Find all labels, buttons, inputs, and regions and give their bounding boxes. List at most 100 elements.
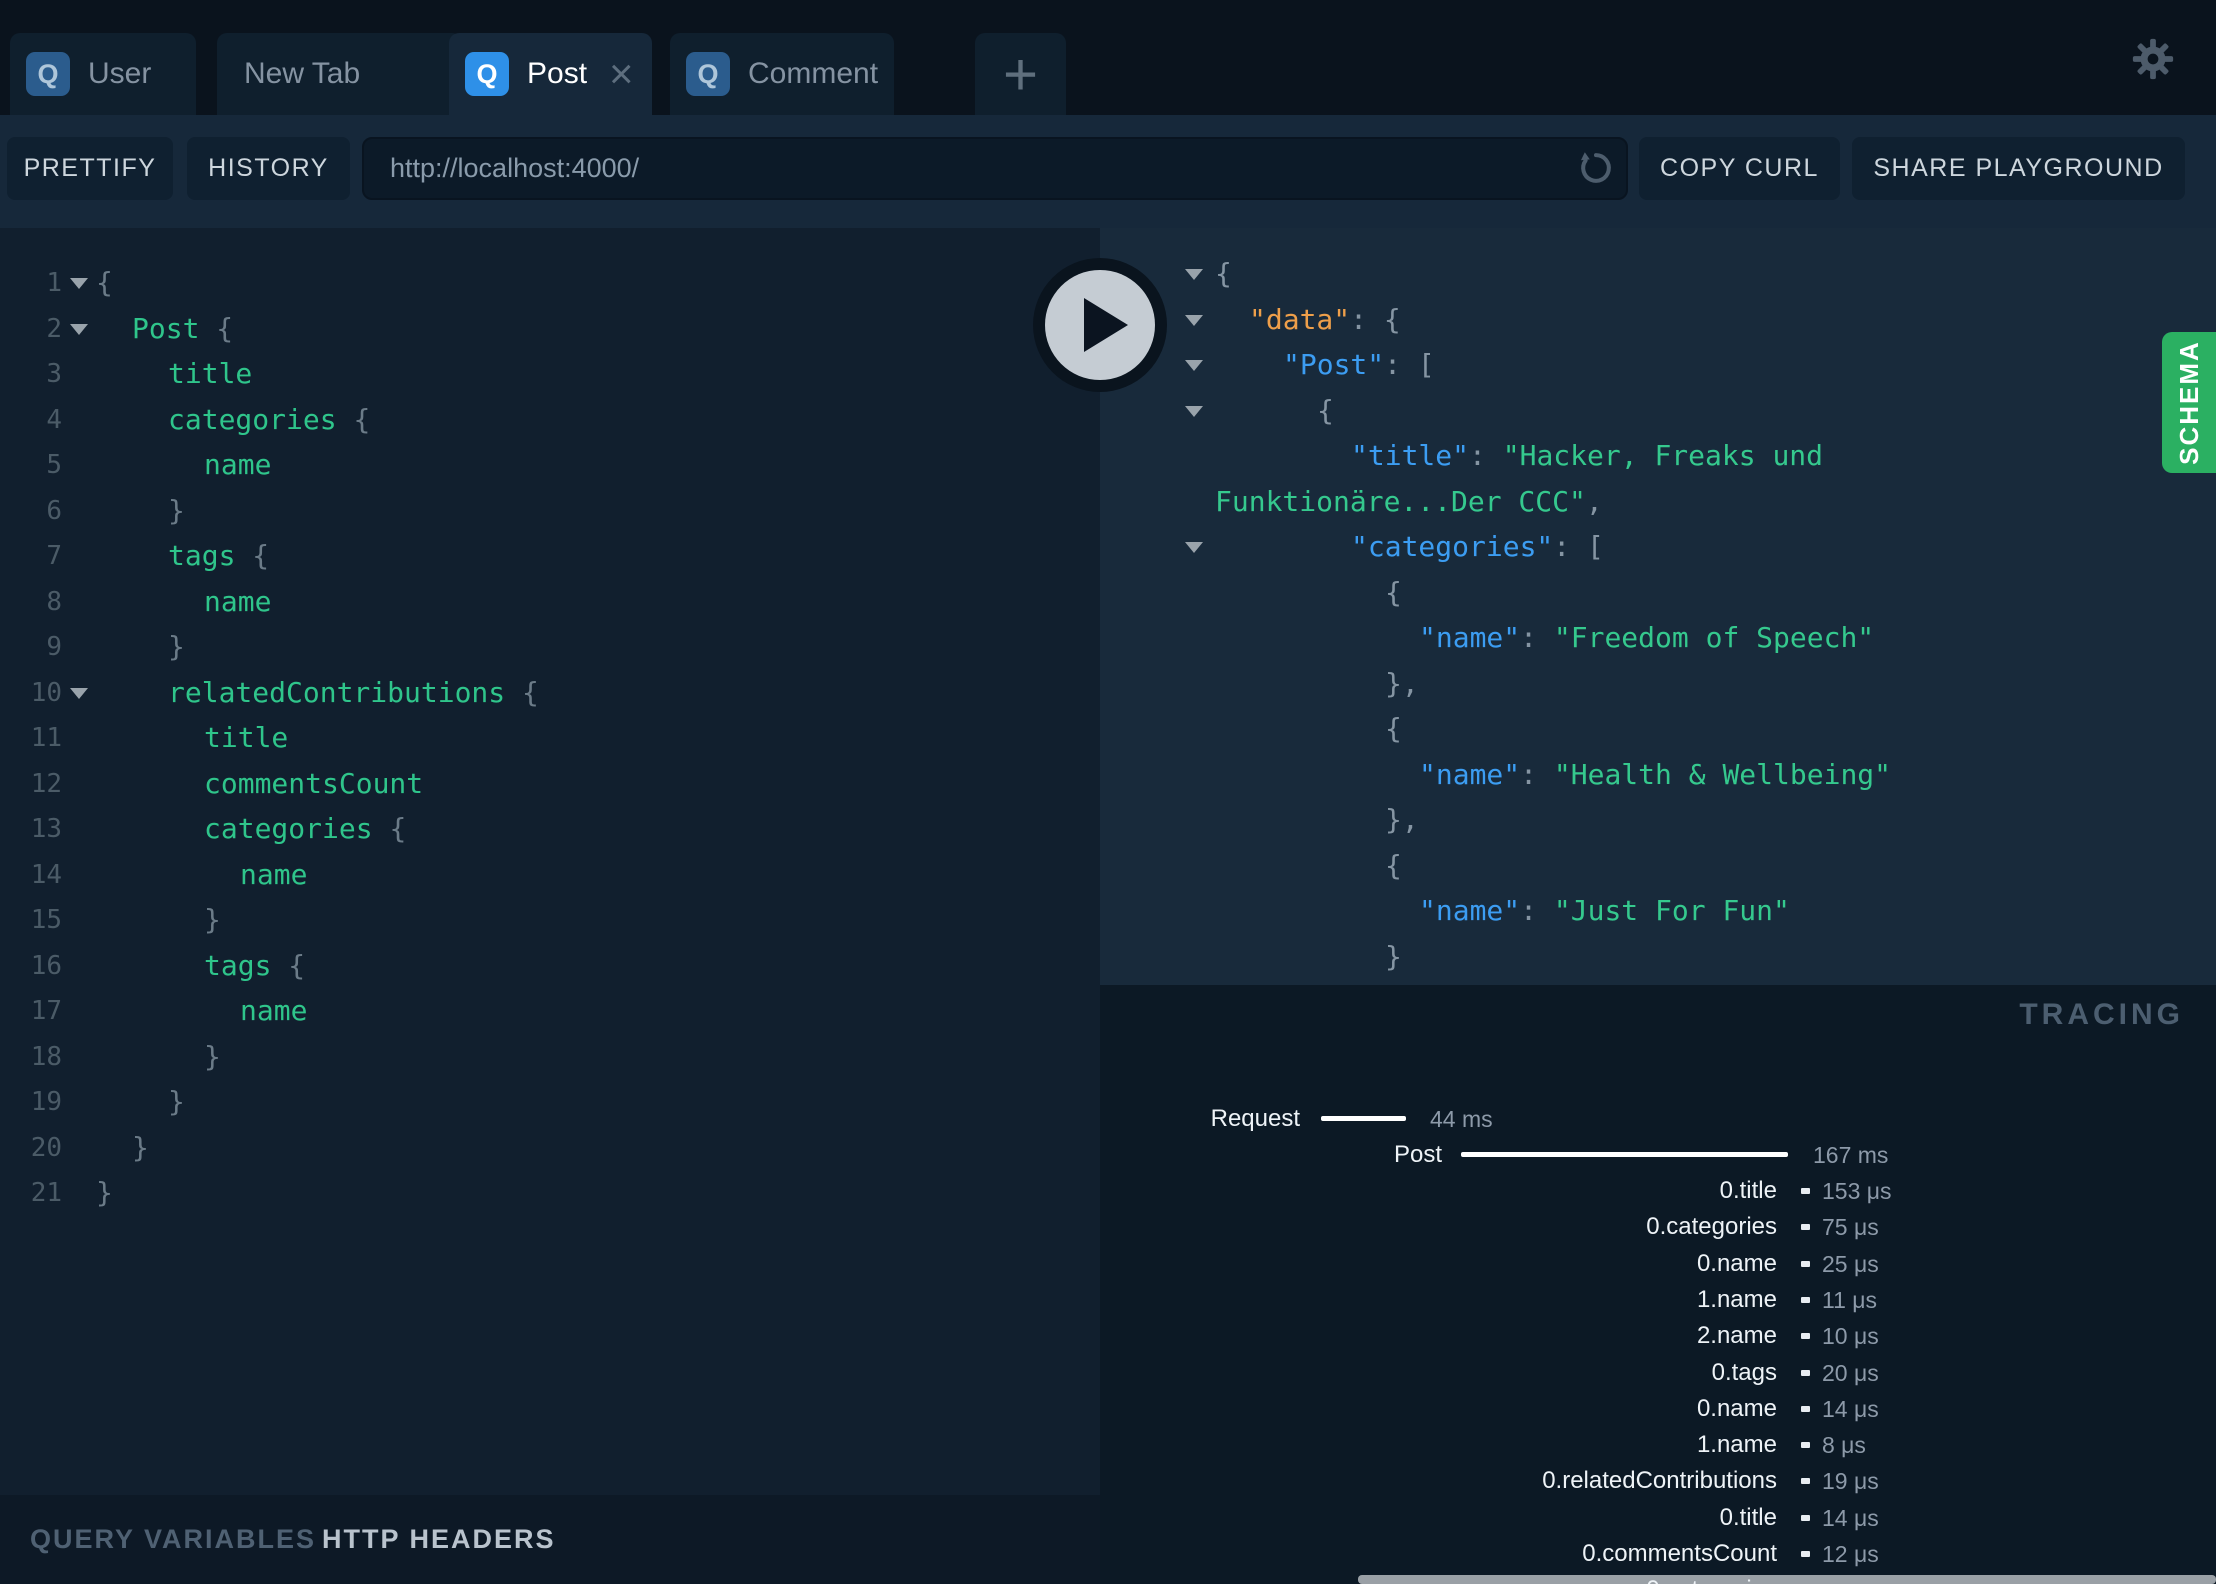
response-code-line: "title": "Hacker, Freaks und [1100, 433, 2216, 479]
response-code-line: "name": "Just For Fun" [1100, 888, 2216, 934]
close-tab-icon[interactable]: × [609, 53, 634, 95]
response-code-line: }, [1100, 797, 2216, 843]
code-token: } [204, 1039, 221, 1073]
endpoint-url-input[interactable] [362, 137, 1628, 200]
play-icon [1084, 298, 1128, 352]
response-code-line: } [1100, 934, 2216, 980]
code-text: } [1385, 934, 1402, 980]
code-token: "Freedom of Speech" [1553, 621, 1875, 654]
tracing-span-label: 0.categories [1646, 1213, 1777, 1241]
code-text: name [204, 579, 271, 625]
reload-endpoint-button[interactable] [1574, 146, 1618, 195]
query-code-line: 5 name [0, 442, 1100, 488]
tab-user[interactable]: Q User [10, 33, 196, 115]
code-text: "data": { [1249, 297, 1401, 343]
line-number: 8 [46, 586, 62, 617]
fold-arrow-icon[interactable] [70, 278, 88, 289]
schema-tab-label: SCHEMA [2173, 340, 2204, 465]
code-text: { [1385, 843, 1402, 889]
code-token: tags [168, 539, 253, 572]
tracing-duration: 75 μs [1822, 1214, 1879, 1241]
query-code-line: 4 categories { [0, 397, 1100, 443]
code-token: categories [168, 402, 354, 436]
query-code-line: 19} [0, 1079, 1100, 1125]
code-text: categories { [168, 397, 370, 443]
tracing-span-label: 1.name [1696, 1431, 1777, 1459]
tab-post[interactable]: Q Post × [449, 33, 652, 115]
line-number: 3 [46, 359, 62, 389]
http-headers-tab[interactable]: HTTP HEADERS [322, 1495, 556, 1584]
code-token: categories [204, 812, 390, 845]
code-token: { [522, 675, 539, 709]
code-text: { [1385, 706, 1402, 752]
tracing-bar [1461, 1152, 1788, 1157]
response-code-line: { [1100, 570, 2216, 616]
code-token: { [96, 266, 113, 299]
query-code-line: 12 commentsCount [0, 761, 1100, 807]
code-token: name [204, 448, 272, 481]
code-text: tags { [204, 943, 305, 989]
tracing-panel[interactable]: TRACING Request 44 ms Post 167 ms 0.title 153… [1100, 985, 2216, 1584]
code-token: title [168, 357, 253, 390]
code-text: "name": "Just For Fun" [1419, 888, 1790, 934]
tracing-duration: 10 μs [1822, 1323, 1879, 1350]
bottom-bar: QUERY VARIABLES HTTP HEADERS [0, 1495, 1100, 1584]
response-panel[interactable]: { "data": { "Post": [ { "title": "Hacker, Fr… [1100, 228, 2216, 985]
line-number: 18 [30, 1041, 62, 1072]
code-token: : [ [1384, 348, 1435, 381]
code-text: name [240, 988, 307, 1034]
tracing-duration: 11 μs [1822, 1286, 1878, 1313]
query-code-line: 9} [0, 624, 1100, 670]
prettify-button[interactable]: PRETTIFY [7, 137, 173, 200]
tracing-tick [1801, 1333, 1810, 1340]
code-text: "name": "Health & Wellbeing" [1419, 752, 1891, 798]
fold-arrow-icon[interactable] [70, 687, 88, 699]
query-code-line: 13 categories { [0, 806, 1100, 852]
query-code-line: 11 title [0, 715, 1100, 761]
query-variables-tab[interactable]: QUERY VARIABLES [30, 1495, 316, 1584]
query-code-line: 15} [0, 897, 1100, 943]
code-token: Funktionäre...Der CCC" [1215, 484, 1586, 518]
query-code-line: 1{ [0, 260, 1100, 306]
tracing-duration: 153 μs [1822, 1178, 1892, 1204]
fold-arrow-icon[interactable] [1185, 269, 1203, 280]
fold-arrow-icon[interactable] [1185, 360, 1203, 371]
share-playground-button[interactable]: SHARE PLAYGROUND [1852, 137, 2185, 200]
tracing-duration: 8 μs [1822, 1432, 1866, 1459]
code-text: relatedContributions { [168, 670, 539, 716]
code-token: "title" [1351, 439, 1470, 472]
history-button[interactable]: HISTORY [187, 137, 350, 200]
code-token: "Post" [1283, 348, 1385, 381]
tracing-span-label: 1.name [1696, 1285, 1777, 1313]
tab-label: New Tab [244, 57, 361, 90]
toolbar: PRETTIFY HISTORY COPY CURL SHARE PLAYGRO… [0, 115, 2216, 228]
code-token: : { [1350, 302, 1401, 336]
tab-new-tab[interactable]: New Tab [217, 33, 462, 115]
code-text: { [1385, 570, 1402, 616]
tracing-span-label: Request [1210, 1105, 1300, 1132]
code-token: "name" [1419, 894, 1521, 927]
fold-arrow-icon[interactable] [1185, 314, 1203, 326]
code-token: { [1215, 257, 1232, 290]
execute-button[interactable] [1033, 258, 1167, 392]
code-text: } [168, 624, 185, 670]
settings-button[interactable] [2130, 36, 2176, 87]
new-tab-button[interactable]: + [975, 33, 1066, 115]
fold-arrow-icon[interactable] [70, 323, 88, 335]
line-number: 1 [46, 268, 62, 298]
query-code-line: 7 tags { [0, 533, 1100, 579]
line-number: 6 [46, 495, 62, 526]
copy-curl-button[interactable]: COPY CURL [1639, 137, 1840, 200]
query-editor[interactable]: 1{2 Post {3 title 4 categories {5 name 6} 7 tags… [0, 228, 1100, 1495]
line-number: 15 [30, 905, 62, 935]
tracing-tick [1801, 1514, 1810, 1521]
code-text: } [204, 897, 221, 943]
execute-button-circle [1045, 270, 1155, 380]
schema-tab[interactable]: SCHEMA [2162, 332, 2216, 473]
fold-arrow-icon[interactable] [1185, 542, 1203, 553]
code-token: : [1520, 757, 1554, 791]
code-token: "Hacker, Freaks und [1502, 439, 1824, 472]
fold-arrow-icon[interactable] [1185, 405, 1203, 417]
tab-comment[interactable]: Q Comment [670, 33, 894, 115]
code-token: } [96, 1176, 113, 1209]
